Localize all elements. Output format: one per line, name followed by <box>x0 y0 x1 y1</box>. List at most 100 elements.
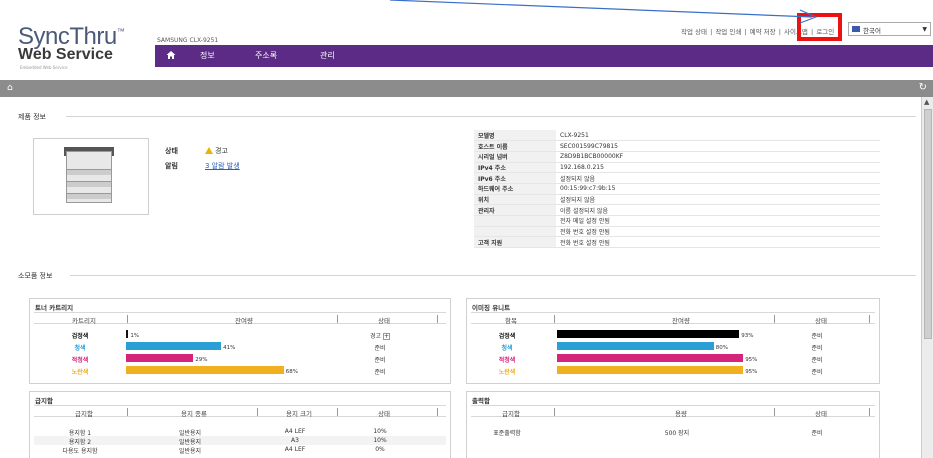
top-navigation: 정보 주소록 관리 <box>155 45 933 67</box>
nav-management[interactable]: 관리 <box>320 50 335 61</box>
col-status: 상태 <box>378 410 390 418</box>
status-label: 상태 <box>165 147 178 155</box>
table-cell: 0% <box>375 446 385 453</box>
alert-label: 알림 <box>165 162 178 170</box>
toner-panel-title: 토너 카트리지 <box>35 304 74 312</box>
output-tray-title: 출력함 <box>472 397 490 405</box>
info-value: 설정되지 않음 <box>556 194 880 206</box>
info-row: 하드웨어 주소 00:15:99:c7:9b:15 <box>474 183 880 195</box>
supply-level-bar <box>126 354 194 362</box>
info-key: 고객 지원 <box>474 236 556 249</box>
expand-icon[interactable]: + <box>383 333 391 340</box>
imaging-header: 항목 잔여량 상태 <box>471 312 875 325</box>
supply-status-text: 준비 <box>811 357 823 364</box>
input-tray-panel: 급지함 급지함 용지 종류 용지 크기 상태 용지함 1 일반용지 A4 LEF 10… <box>29 391 451 458</box>
table-cell: 500 장지 <box>664 430 690 437</box>
supplies-info-title: 소모품 정보 <box>18 272 53 280</box>
col-status: 상태 <box>815 317 827 325</box>
supply-status: 준비 <box>797 331 837 340</box>
input-tray-header: 급지함 용지 종류 용지 크기 상태 <box>34 405 446 418</box>
info-key: 모델명 <box>474 130 556 142</box>
nav-address-book[interactable]: 주소록 <box>255 50 277 61</box>
col-tray: 급지함 <box>502 410 520 418</box>
info-row: 모델명 CLX-9251 <box>474 130 880 142</box>
info-row: IPv4 주소 192.168.0.215 <box>474 162 880 174</box>
supply-level-bar <box>557 342 714 350</box>
col-tray: 급지함 <box>75 410 93 418</box>
supply-percent: 41% <box>223 345 236 351</box>
info-key: 시리얼 넘버 <box>474 151 556 163</box>
alert-link[interactable]: 3 알람 발생 <box>205 161 240 171</box>
info-value: 192.168.0.215 <box>556 162 880 174</box>
supply-level-bar <box>126 342 222 350</box>
table-cell: 다용도 용지함 <box>62 448 98 455</box>
info-value: 전화 번호 설정 안됨 <box>556 236 880 249</box>
imaging-panel-title: 이미징 유니트 <box>472 304 511 312</box>
home-icon[interactable] <box>166 50 176 60</box>
info-key <box>474 226 556 238</box>
supply-name: 검정색 <box>498 333 516 340</box>
info-row: IPv6 주소 설정되지 않음 <box>474 172 880 184</box>
supply-status-text: 준비 <box>374 357 386 364</box>
supply-status-text: 준비 <box>374 345 386 352</box>
supply-percent: 95% <box>745 369 758 375</box>
table-cell: 10% <box>373 428 387 435</box>
supply-percent: 80% <box>715 345 729 351</box>
supply-name: 검정색 <box>71 333 89 340</box>
device-info-table: 모델명 CLX-9251 호스트 이름 SEC001599C79815 시리얼 넘버 Z8… <box>474 130 880 249</box>
info-value: SEC001599C79815 <box>556 140 880 152</box>
info-key: 관리자 <box>474 204 556 216</box>
col-status: 상태 <box>378 317 390 325</box>
supply-status: 준비 <box>797 343 837 352</box>
supply-status-text: 준비 <box>811 345 823 352</box>
info-value: 00:15:99:c7:9b:15 <box>556 183 880 195</box>
info-value: 설정되지 않음 <box>556 172 880 184</box>
product-info-title: 제품 정보 <box>18 113 46 121</box>
supply-percent: 29% <box>195 357 208 363</box>
output-tray-header: 급지함 용량 상태 <box>471 405 875 418</box>
info-value: 전화 번호 설정 안됨 <box>556 226 880 238</box>
col-status: 상태 <box>815 410 827 418</box>
logo-subtitle: Web Service <box>18 46 113 63</box>
info-key <box>474 215 556 227</box>
refresh-icon[interactable]: ↻ <box>919 82 927 93</box>
info-value: Z8D9B1BCB00000KF <box>556 151 880 163</box>
info-row: 시리얼 넘버 Z8D9B1BCB00000KF <box>474 151 880 163</box>
divider <box>70 275 916 276</box>
col-item: 항목 <box>505 317 517 325</box>
toolbar: ⌂ ↻ <box>0 80 933 97</box>
supply-level-bar <box>557 330 740 338</box>
nav-info[interactable]: 정보 <box>200 50 215 61</box>
scroll-thumb[interactable] <box>924 109 932 339</box>
toner-panel: 토너 카트리지 카트리지 잔여량 상태 검정색 1% 경고 + 청색 41% 준비 적청색 29… <box>29 298 451 384</box>
home-icon[interactable]: ⌂ <box>7 83 13 93</box>
supply-name: 청색 <box>501 345 513 352</box>
col-remaining: 잔여량 <box>672 317 690 325</box>
supply-level-bar <box>126 366 284 374</box>
table-cell: 일반용지 <box>178 448 202 455</box>
info-row: 위치 설정되지 않음 <box>474 194 880 206</box>
col-paper-size: 용지 크기 <box>286 410 312 418</box>
table-cell: A4 LEF <box>284 428 306 435</box>
info-key: 위치 <box>474 194 556 206</box>
imaging-panel: 이미징 유니트 항목 잔여량 상태 검정색 93% 준비 청색 80% 준비 적청색 95% 준… <box>466 298 880 384</box>
supply-status-text: 준비 <box>374 369 386 376</box>
info-key: 호스트 이름 <box>474 140 556 152</box>
scrollbar[interactable]: ▲ <box>921 97 933 458</box>
info-row: 전자 메일 설정 안됨 <box>474 215 880 227</box>
scroll-up-icon[interactable]: ▲ <box>924 98 929 106</box>
supply-percent: 1% <box>130 333 140 339</box>
toner-header: 카트리지 잔여량 상태 <box>34 312 446 325</box>
info-row: 호스트 이름 SEC001599C79815 <box>474 140 880 152</box>
info-key: IPv4 주소 <box>474 162 556 174</box>
supply-status-text: 준비 <box>811 369 823 376</box>
table-cell: 준비 <box>811 430 823 437</box>
info-row: 전화 번호 설정 안됨 <box>474 226 880 238</box>
supply-status: 준비 <box>360 367 400 376</box>
supply-percent: 93% <box>741 333 754 339</box>
col-capacity: 용량 <box>675 410 687 418</box>
table-cell: A3 <box>291 437 299 444</box>
supply-status-text: 준비 <box>811 333 823 340</box>
supply-status: 준비 <box>797 367 837 376</box>
info-row: 관리자 이름 설정되지 않음 <box>474 204 880 216</box>
